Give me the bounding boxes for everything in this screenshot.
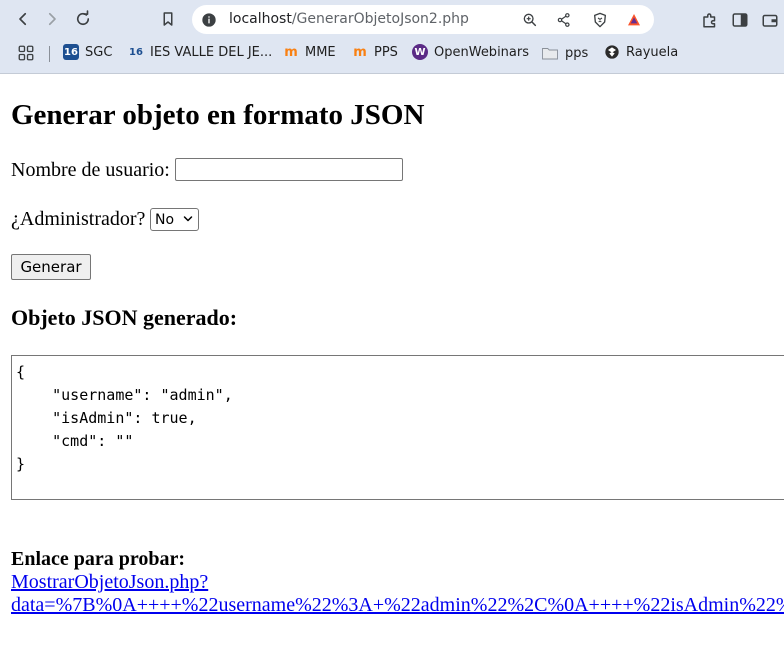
bookmarks-bar: 16 SGC 16 IES VALLE DEL JE... m MME m PP… <box>0 41 784 67</box>
bookmark-label: PPS <box>374 44 398 60</box>
url-host: localhost <box>229 11 292 27</box>
test-link[interactable]: MostrarObjetoJson.php? data=%7B%0A++++%2… <box>11 571 784 617</box>
rayuela-icon <box>605 45 619 59</box>
brave-rewards-icon[interactable] <box>625 11 643 29</box>
json-heading: Objeto JSON generado: <box>11 305 238 330</box>
reload-button[interactable] <box>70 6 96 32</box>
share-icon[interactable] <box>555 11 573 29</box>
page-title: Generar objeto en formato JSON <box>11 99 425 131</box>
test-link-line-1: MostrarObjetoJson.php? <box>11 571 209 593</box>
zoom-icon[interactable] <box>521 11 539 29</box>
admin-label: ¿Administrador? <box>11 208 146 230</box>
chevron-down-icon <box>183 216 193 222</box>
arrow-left-icon <box>19 12 27 26</box>
address-bar[interactable]: localhost/GenerarObjetoJson2.php <box>192 5 654 34</box>
reload-icon <box>76 10 90 26</box>
arrow-right-icon <box>48 12 56 26</box>
bookmark-mme[interactable]: m MME <box>283 44 336 60</box>
bookmark-folder-pps[interactable]: pps <box>541 44 588 62</box>
apps-grid-icon <box>18 45 34 61</box>
bookmark-label: IES VALLE DEL JE... <box>150 44 273 60</box>
bookmarks-divider <box>49 46 50 62</box>
browser-toolbar: localhost/GenerarObjetoJson2.php 16 SGC <box>0 0 784 74</box>
back-button[interactable] <box>10 6 36 32</box>
json-output-textarea[interactable]: { "username": "admin", "isAdmin": true, … <box>11 355 784 500</box>
sidebar-icon[interactable] <box>730 10 750 30</box>
ies-logo-icon: 16 <box>128 44 144 60</box>
url-text[interactable]: localhost/GenerarObjetoJson2.php <box>229 11 469 27</box>
json-output-text: { "username": "admin", "isAdmin": true, … <box>16 363 233 473</box>
wallet-icon[interactable] <box>760 10 780 30</box>
admin-select[interactable]: No <box>150 208 199 231</box>
generate-button[interactable]: Generar <box>11 254 91 280</box>
username-label: Nombre de usuario: <box>11 159 170 181</box>
bookmark-page-button[interactable] <box>155 6 181 32</box>
brave-shield-icon[interactable] <box>591 11 609 29</box>
moodle-icon: m <box>284 44 298 60</box>
bookmark-openwebinars[interactable]: W OpenWebinars <box>412 44 529 60</box>
test-link-line-2: data=%7B%0A++++%22username%22%3A+%22admi… <box>11 594 784 616</box>
admin-selected-value: No <box>155 211 175 228</box>
bookmark-rayuela[interactable]: Rayuela <box>604 44 678 60</box>
bookmark-label: SGC <box>85 44 113 60</box>
openwebinars-icon: W <box>412 44 428 60</box>
folder-icon <box>542 48 558 60</box>
url-path: /GenerarObjetoJson2.php <box>291 11 469 27</box>
forward-button[interactable] <box>39 6 65 32</box>
bookmark-label: pps <box>565 45 589 61</box>
bookmark-label: MME <box>305 44 336 60</box>
site-info-icon[interactable] <box>200 11 218 29</box>
apps-button[interactable] <box>17 44 35 62</box>
username-input[interactable] <box>175 158 403 181</box>
moodle-icon: m <box>353 44 367 60</box>
bookmark-ies-valle[interactable]: 16 IES VALLE DEL JE... <box>128 44 272 60</box>
bookmark-icon <box>163 12 173 26</box>
bookmark-label: Rayuela <box>626 44 679 60</box>
bookmark-label: OpenWebinars <box>434 44 529 60</box>
test-link-label: Enlace para probar: <box>11 548 186 570</box>
bookmark-pps[interactable]: m PPS <box>352 44 398 60</box>
bookmark-sgc[interactable]: 16 SGC <box>63 44 112 60</box>
extensions-icon[interactable] <box>700 10 720 30</box>
ies-logo-icon: 16 <box>63 44 79 60</box>
